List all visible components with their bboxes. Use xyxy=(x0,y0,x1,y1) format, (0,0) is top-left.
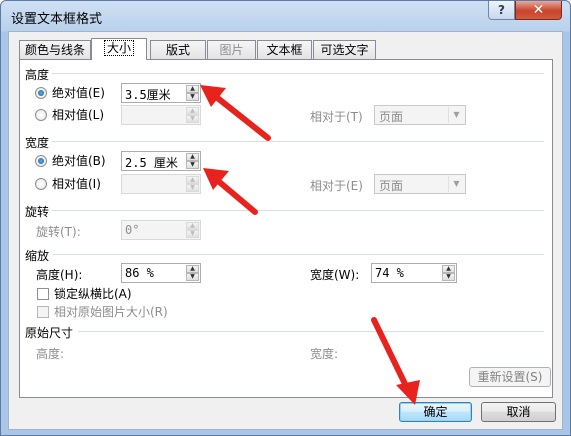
width-absolute-radio[interactable] xyxy=(35,155,47,167)
tab-layout[interactable]: 版式 xyxy=(150,40,206,59)
original-height-label: 高度: xyxy=(36,347,65,361)
tab-label: 文本框 xyxy=(266,43,303,57)
tab-label: 图片 xyxy=(219,43,244,57)
scale-width-value: 74 % xyxy=(375,266,404,280)
help-button[interactable]: ? xyxy=(488,1,515,20)
spin-up-icon[interactable]: ▲ xyxy=(186,222,199,230)
height-relative-label: 相对值(L) xyxy=(52,108,105,122)
width-relative-to-value: 页面 xyxy=(379,179,404,193)
tab-picture[interactable]: 图片 xyxy=(207,40,256,59)
width-section-title: 宽度 xyxy=(25,136,50,150)
width-relative-to-select[interactable]: 页面 ▼ xyxy=(374,174,466,194)
tab-textbox[interactable]: 文本框 xyxy=(257,40,312,59)
tab-label: 大小 xyxy=(103,40,135,56)
scale-height-value: 86 % xyxy=(125,266,154,280)
spin-down-icon[interactable]: ▼ xyxy=(186,115,199,123)
relative-original-size-label: 相对原始图片大小(R) xyxy=(54,305,168,319)
spin-up-icon[interactable]: ▲ xyxy=(186,176,199,184)
dropdown-arrow-icon[interactable]: ▼ xyxy=(448,176,464,192)
scale-height-input[interactable]: 86 % ▲ ▼ xyxy=(121,263,201,283)
width-absolute-label: 绝对值(B) xyxy=(52,154,106,168)
rotate-spinner[interactable]: ▲ ▼ xyxy=(186,222,199,238)
width-relative-radio[interactable] xyxy=(35,178,47,190)
width-absolute-value: 2.5 厘米 xyxy=(125,156,178,170)
dropdown-arrow-icon[interactable]: ▼ xyxy=(448,107,464,123)
divider xyxy=(52,210,544,211)
rotate-input[interactable]: 0° ▲ ▼ xyxy=(121,220,201,240)
dialog-title: 设置文本框格式 xyxy=(11,12,103,27)
divider xyxy=(52,254,544,255)
width-absolute-spinner[interactable]: ▲ ▼ xyxy=(186,153,199,169)
spin-up-icon[interactable]: ▲ xyxy=(442,265,455,273)
spin-up-icon[interactable]: ▲ xyxy=(186,85,199,93)
height-relative-to-select[interactable]: 页面 ▼ xyxy=(374,105,466,125)
height-absolute-spinner[interactable]: ▲ ▼ xyxy=(186,85,199,101)
width-relative-to-label: 相对于(E) xyxy=(310,179,363,193)
cancel-button[interactable]: 取消 xyxy=(481,402,556,422)
width-relative-spinner[interactable]: ▲ ▼ xyxy=(186,176,199,192)
scale-width-spinner[interactable]: ▲ ▼ xyxy=(442,265,455,281)
spin-up-icon[interactable]: ▲ xyxy=(186,107,199,115)
spin-up-icon[interactable]: ▲ xyxy=(186,265,199,273)
close-button[interactable]: ✕ xyxy=(515,1,562,20)
height-relative-spinner[interactable]: ▲ ▼ xyxy=(186,107,199,123)
tab-label: 版式 xyxy=(165,43,190,57)
spin-down-icon[interactable]: ▼ xyxy=(186,273,199,281)
lock-aspect-ratio-label: 锁定纵横比(A) xyxy=(54,287,132,301)
spin-down-icon[interactable]: ▼ xyxy=(186,184,199,192)
height-absolute-label: 绝对值(E) xyxy=(52,86,105,100)
title-bar[interactable]: 设置文本框格式 ? ✕ xyxy=(1,1,570,31)
dialog-body: 颜色与线条 大小 版式 图片 文本框 可选文字 高度 绝对值(E) 3.5厘米 … xyxy=(8,31,563,430)
reset-button[interactable]: 重新设置(S) xyxy=(469,367,551,387)
spin-up-icon[interactable]: ▲ xyxy=(186,153,199,161)
tab-label: 可选文字 xyxy=(320,43,369,57)
spin-down-icon[interactable]: ▼ xyxy=(442,273,455,281)
divider xyxy=(78,331,544,332)
relative-original-size-checkbox[interactable] xyxy=(37,306,49,318)
scale-width-input[interactable]: 74 % ▲ ▼ xyxy=(371,263,457,283)
width-relative-input[interactable]: ▲ ▼ xyxy=(121,174,201,194)
spin-down-icon[interactable]: ▼ xyxy=(186,93,199,101)
dialog-window: 设置文本框格式 ? ✕ 颜色与线条 大小 版式 图片 文本框 可选文字 高度 绝… xyxy=(0,0,571,436)
spin-down-icon[interactable]: ▼ xyxy=(186,161,199,169)
divider xyxy=(52,73,544,74)
original-size-section-title: 原始尺寸 xyxy=(25,326,74,340)
height-absolute-radio[interactable] xyxy=(35,87,47,99)
rotate-label: 旋转(T): xyxy=(36,225,81,239)
tab-colors-lines[interactable]: 颜色与线条 xyxy=(19,40,91,59)
divider xyxy=(52,141,544,142)
height-absolute-input[interactable]: 3.5厘米 ▲ ▼ xyxy=(121,83,201,103)
height-section-title: 高度 xyxy=(25,68,50,82)
rotate-section-title: 旋转 xyxy=(25,205,50,219)
tab-size[interactable]: 大小 xyxy=(91,38,147,60)
height-absolute-value: 3.5厘米 xyxy=(125,88,171,102)
height-relative-input[interactable]: ▲ ▼ xyxy=(121,105,201,125)
scale-section-title: 缩放 xyxy=(25,249,50,263)
original-width-label: 宽度: xyxy=(310,347,339,361)
scale-height-spinner[interactable]: ▲ ▼ xyxy=(186,265,199,281)
height-relative-to-value: 页面 xyxy=(379,110,404,124)
height-relative-radio[interactable] xyxy=(35,109,47,121)
scale-width-label: 宽度(W): xyxy=(310,268,360,282)
size-tab-panel: 高度 绝对值(E) 3.5厘米 ▲ ▼ 相对值(L) ▲ ▼ 相对于(T) 页面… xyxy=(19,59,553,398)
tab-label: 颜色与线条 xyxy=(24,43,85,57)
spin-down-icon[interactable]: ▼ xyxy=(186,230,199,238)
ok-button[interactable]: 确定 xyxy=(399,402,472,422)
rotate-value: 0° xyxy=(125,223,140,237)
width-absolute-input[interactable]: 2.5 厘米 ▲ ▼ xyxy=(121,151,201,171)
width-relative-label: 相对值(I) xyxy=(52,177,101,191)
lock-aspect-ratio-checkbox[interactable] xyxy=(37,288,49,300)
tab-alt-text[interactable]: 可选文字 xyxy=(313,40,376,59)
scale-height-label: 高度(H): xyxy=(36,268,83,282)
height-relative-to-label: 相对于(T) xyxy=(310,110,363,124)
